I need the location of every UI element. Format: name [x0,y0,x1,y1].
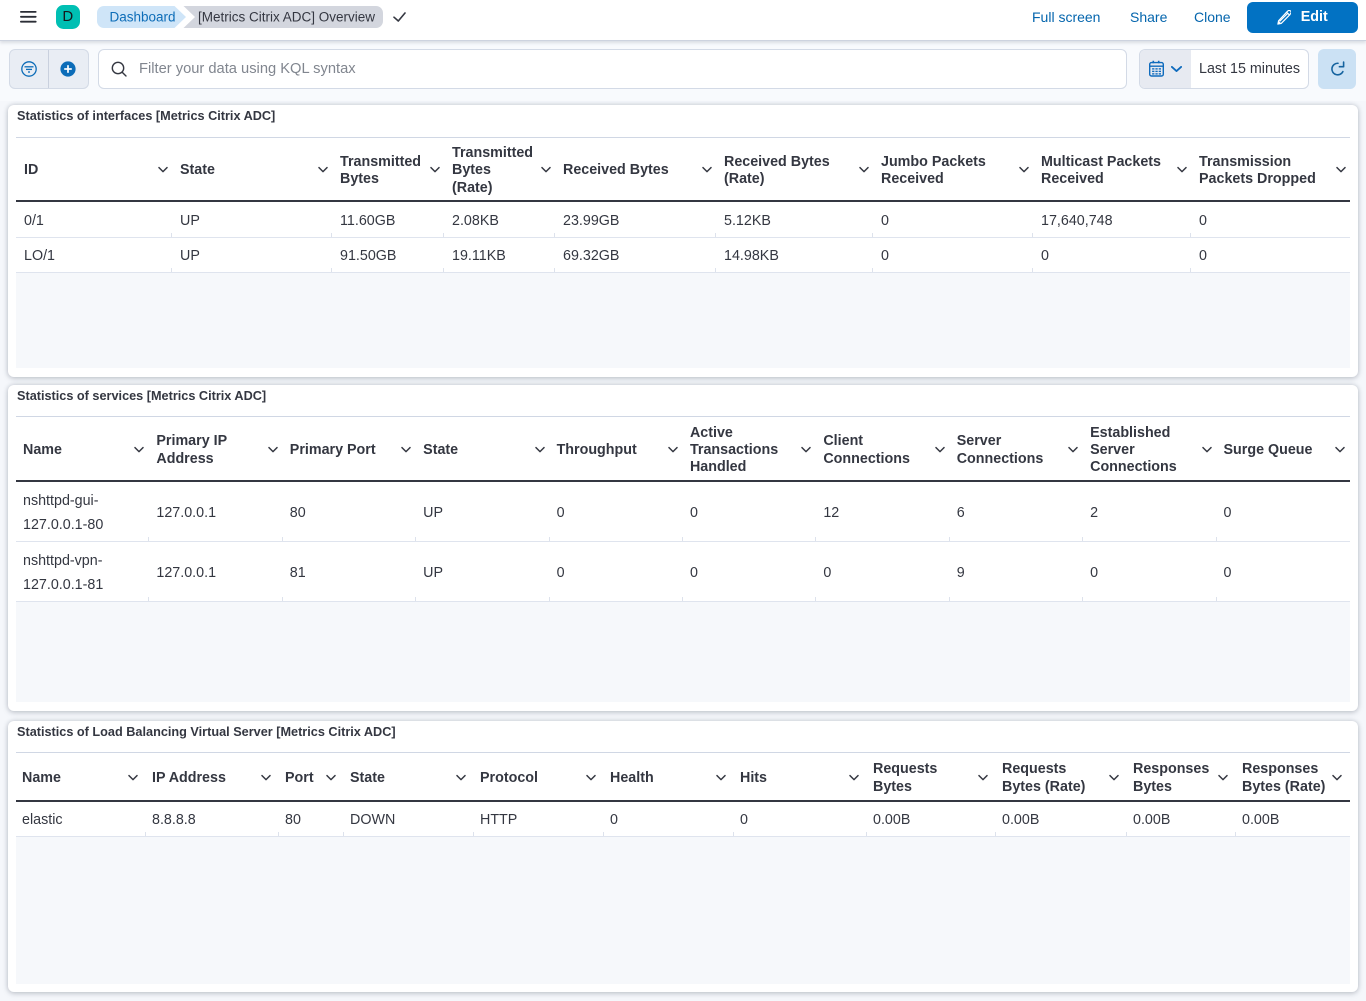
svg-text:Dashboard: Dashboard [110,9,176,24]
svg-text:[Metrics Citrix ADC] Overview: [Metrics Citrix ADC] Overview [198,9,375,24]
